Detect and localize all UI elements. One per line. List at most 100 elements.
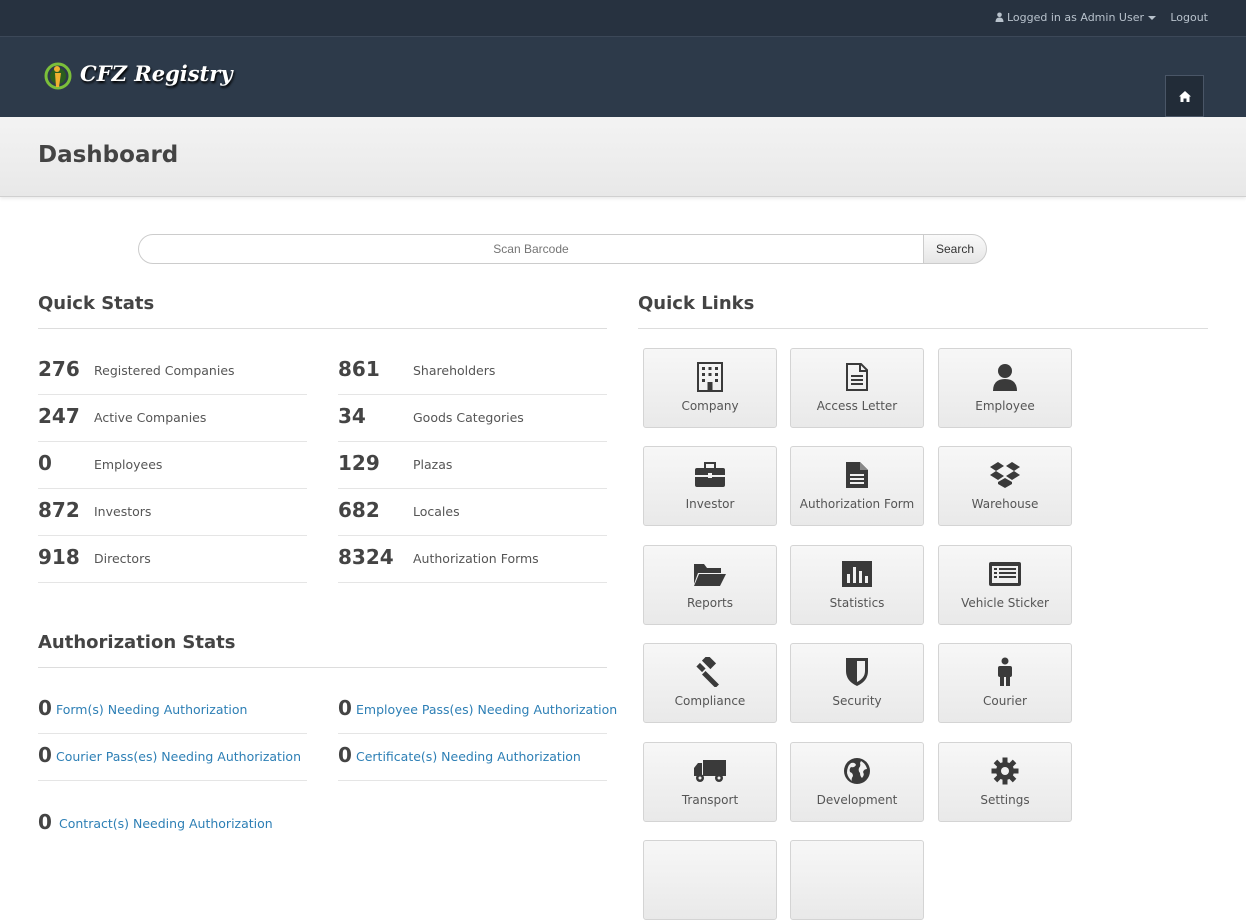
stat-value: 0 bbox=[38, 451, 52, 475]
quick-link-settings[interactable]: Settings bbox=[938, 742, 1072, 822]
quick-link-label: Access Letter bbox=[816, 399, 898, 413]
search-button[interactable]: Search bbox=[923, 234, 987, 264]
stat-label: Directors bbox=[94, 551, 151, 566]
stat-value: 918 bbox=[38, 545, 80, 569]
stat-label: Authorization Forms bbox=[413, 551, 539, 566]
bar-chart-icon bbox=[842, 561, 872, 587]
stat-row: 861 Shareholders bbox=[338, 348, 607, 395]
shield-icon bbox=[846, 658, 868, 686]
logout-link[interactable]: Logout bbox=[1170, 11, 1208, 24]
auth-count: 0 bbox=[38, 743, 52, 767]
briefcase-icon bbox=[695, 462, 725, 487]
quick-links-title: Quick Links bbox=[638, 293, 755, 314]
quick-link-label: Security bbox=[832, 694, 882, 708]
user-icon bbox=[995, 12, 1003, 22]
quick-link-company[interactable]: Company bbox=[643, 348, 777, 428]
file-text-icon bbox=[846, 462, 868, 488]
user-icon bbox=[993, 364, 1017, 391]
page-title-bar: Dashboard bbox=[0, 117, 1246, 197]
quick-link-label: Vehicle Sticker bbox=[961, 596, 1049, 610]
auth-count: 0 bbox=[38, 810, 52, 834]
stat-label: Registered Companies bbox=[94, 363, 235, 378]
truck-icon bbox=[694, 760, 726, 782]
login-text: Logged in as Admin User bbox=[1007, 11, 1144, 24]
auth-row: 0 Certificate(s) Needing Authorization bbox=[338, 734, 607, 781]
divider bbox=[38, 328, 607, 329]
auth-count: 0 bbox=[338, 696, 352, 720]
quick-link-partial[interactable] bbox=[643, 840, 777, 920]
stat-label: Shareholders bbox=[413, 363, 496, 378]
auth-row: 0 Contract(s) Needing Authorization bbox=[38, 801, 307, 848]
quick-link-security[interactable]: Security bbox=[790, 643, 924, 723]
stat-value: 8324 bbox=[338, 545, 394, 569]
quick-link-employee[interactable]: Employee bbox=[938, 348, 1072, 428]
app-header: CFZ Registry bbox=[0, 37, 1246, 117]
quick-link-development[interactable]: Development bbox=[790, 742, 924, 822]
quick-link-label: Courier bbox=[983, 694, 1027, 708]
stat-row: 129 Plazas bbox=[338, 442, 607, 489]
quick-link-compliance[interactable]: Compliance bbox=[643, 643, 777, 723]
quick-link-label: Employee bbox=[975, 399, 1035, 413]
auth-link-certificates[interactable]: Certificate(s) Needing Authorization bbox=[356, 749, 581, 764]
stat-label: Locales bbox=[413, 504, 460, 519]
stat-row: 0 Employees bbox=[38, 442, 307, 489]
list-alt-icon bbox=[989, 562, 1021, 586]
quick-link-partial[interactable] bbox=[790, 840, 924, 920]
auth-row: 0 Form(s) Needing Authorization bbox=[38, 687, 307, 734]
quick-link-authorization-form[interactable]: Authorization Form bbox=[790, 446, 924, 526]
stat-value: 247 bbox=[38, 404, 80, 428]
quick-link-label: Warehouse bbox=[971, 497, 1039, 511]
auth-link-courier-passes[interactable]: Courier Pass(es) Needing Authorization bbox=[56, 749, 301, 764]
stat-row: 247 Active Companies bbox=[38, 395, 307, 442]
barcode-search-input[interactable] bbox=[138, 234, 924, 264]
logo-icon bbox=[44, 62, 72, 90]
stat-value: 861 bbox=[338, 357, 380, 381]
page-title: Dashboard bbox=[38, 142, 179, 168]
building-icon bbox=[697, 362, 723, 392]
quick-link-label: Company bbox=[681, 399, 739, 413]
quick-link-label: Settings bbox=[980, 793, 1030, 807]
quick-link-label: Development bbox=[816, 793, 898, 807]
quick-link-transport[interactable]: Transport bbox=[643, 742, 777, 822]
quick-link-access-letter[interactable]: Access Letter bbox=[790, 348, 924, 428]
quick-link-label: Transport bbox=[681, 793, 739, 807]
auth-link-contracts[interactable]: Contract(s) Needing Authorization bbox=[59, 816, 273, 831]
stat-row: 34 Goods Categories bbox=[338, 395, 607, 442]
auth-row: 0 Courier Pass(es) Needing Authorization bbox=[38, 734, 307, 781]
top-bar: Logged in as Admin User Logout bbox=[0, 0, 1246, 37]
quick-link-investor[interactable]: Investor bbox=[643, 446, 777, 526]
document-icon bbox=[846, 363, 868, 391]
stat-row: 8324 Authorization Forms bbox=[338, 536, 607, 583]
quick-link-warehouse[interactable]: Warehouse bbox=[938, 446, 1072, 526]
quick-link-courier[interactable]: Courier bbox=[938, 643, 1072, 723]
stat-label: Employees bbox=[94, 457, 163, 472]
stat-label: Goods Categories bbox=[413, 410, 524, 425]
brand-title[interactable]: CFZ Registry bbox=[80, 61, 233, 86]
stat-value: 276 bbox=[38, 357, 80, 381]
divider bbox=[38, 667, 607, 668]
quick-link-statistics[interactable]: Statistics bbox=[790, 545, 924, 625]
stat-row: 276 Registered Companies bbox=[38, 348, 307, 395]
stat-value: 872 bbox=[38, 498, 80, 522]
auth-row: 0 Employee Pass(es) Needing Authorization bbox=[338, 687, 617, 734]
folder-open-icon bbox=[694, 564, 726, 586]
user-menu[interactable]: Logged in as Admin User bbox=[995, 11, 1156, 24]
quick-link-label: Reports bbox=[686, 596, 734, 610]
dropbox-icon bbox=[990, 462, 1020, 488]
barcode-search: Search bbox=[138, 234, 987, 264]
auth-count: 0 bbox=[38, 696, 52, 720]
quick-link-label: Compliance bbox=[674, 694, 746, 708]
quick-link-label: Investor bbox=[685, 497, 735, 511]
male-icon bbox=[998, 657, 1012, 686]
auth-link-employee-passes[interactable]: Employee Pass(es) Needing Authorization bbox=[356, 702, 617, 717]
auth-count: 0 bbox=[338, 743, 352, 767]
quick-link-reports[interactable]: Reports bbox=[643, 545, 777, 625]
globe-icon bbox=[844, 758, 870, 784]
quick-link-vehicle-sticker[interactable]: Vehicle Sticker bbox=[938, 545, 1072, 625]
auth-link-forms[interactable]: Form(s) Needing Authorization bbox=[56, 702, 247, 717]
stat-value: 682 bbox=[338, 498, 380, 522]
home-icon bbox=[1178, 90, 1191, 102]
home-button[interactable] bbox=[1165, 75, 1204, 117]
stat-row: 918 Directors bbox=[38, 536, 307, 583]
stat-row: 682 Locales bbox=[338, 489, 607, 536]
